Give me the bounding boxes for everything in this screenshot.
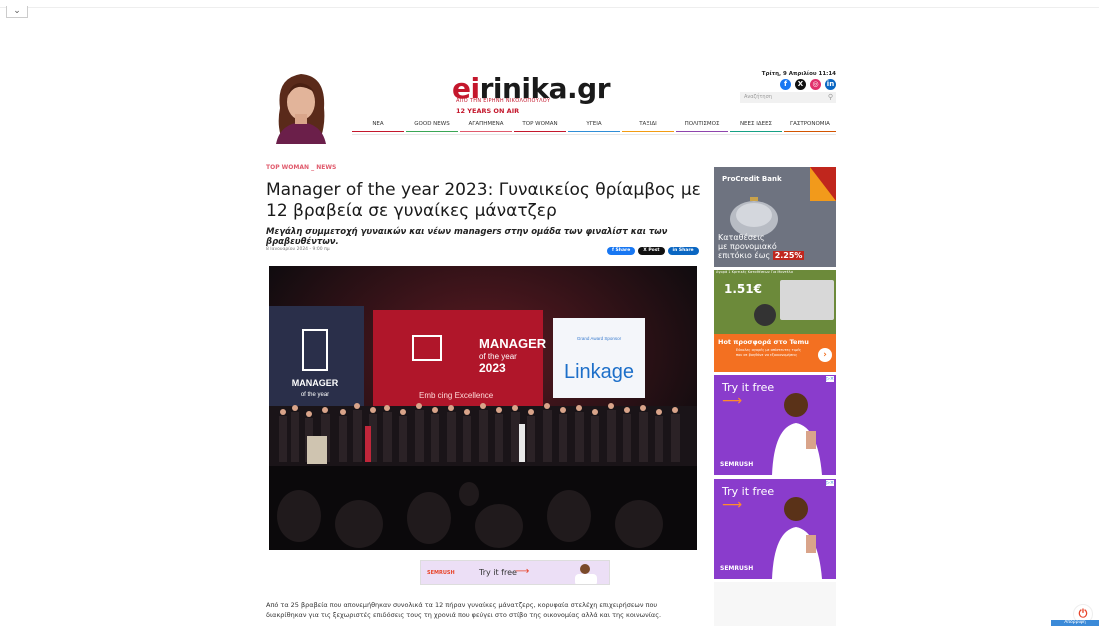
semrush-sidebar-ad-2[interactable]: ▷× Try it free ⟶ SEMRUSH — [714, 479, 836, 579]
nav-item[interactable]: ΓΑΣΤΡΟΝΟΜΙΑ — [784, 121, 836, 132]
site-logo[interactable]: eirinika.gr ΑΠΟ ΤΗΝ ΕΙΡΗΝΗ ΝΙΚΟΛΟΠΟΥΛΟΥ … — [452, 72, 612, 118]
article-hero-image: MANAGER of the year MANAGER of the year … — [269, 266, 697, 550]
semrush-logo-2: SEMRUSH — [720, 565, 754, 572]
semrush-sidebar-ad-1[interactable]: ▷× Try it free ⟶ SEMRUSH — [714, 375, 836, 475]
nav-item[interactable]: GOOD NEWS — [406, 121, 458, 132]
temu-ad[interactable]: Αγορά 1 Κριτικές Καταθέσεων Για Μοντέλα … — [714, 270, 836, 372]
article-subtitle: Μεγάλη συμμετοχή γυναικών και νέων manag… — [266, 227, 668, 247]
search-placeholder: Αναζήτηση — [744, 94, 772, 100]
mouse-image — [754, 304, 776, 326]
hero-left-screen-text-2: of the year — [301, 392, 329, 398]
banner-person-image — [575, 564, 597, 584]
share-buttons: f Share X Post in Share — [607, 247, 699, 255]
semrush-logo-1: SEMRUSH — [720, 461, 754, 468]
dismiss-button[interactable]: Απόρριψη — [1051, 620, 1099, 626]
temu-ad-title: Hot προσφορά στο Temu — [718, 338, 809, 346]
temu-price: 1.51€ — [724, 282, 762, 296]
banner-logo: SEMRUSH — [427, 570, 455, 576]
search-icon[interactable]: ⚲ — [828, 92, 833, 103]
article-date: 8 Ιανουαρίου 2024 - 9:00 πμ — [266, 247, 330, 252]
ad-choices-icon[interactable]: ▷× — [826, 376, 834, 382]
collapse-toggle-button[interactable]: ⌄ — [6, 6, 28, 18]
nav-item[interactable]: ΝΕΕΣ ΙΔΕΕΣ — [730, 121, 782, 132]
nav-item[interactable]: ΤΑΞΙΔΙ — [622, 121, 674, 132]
procredit-text-line-2: με προνομιακό — [718, 242, 777, 251]
linkedin-icon[interactable]: in — [825, 79, 836, 90]
arrow-right-icon: ⟶ — [722, 393, 743, 409]
social-links: f X ◎ in — [780, 79, 836, 90]
instagram-icon[interactable]: ◎ — [810, 79, 821, 90]
breadcrumb: TOP WOMAN _ NEWS — [266, 164, 336, 171]
nav-item[interactable]: ΠΟΛΙΤΙΣΜΟΣ — [676, 121, 728, 132]
breadcrumb-category[interactable]: TOP WOMAN — [266, 164, 309, 171]
author-portrait — [266, 68, 336, 144]
chevron-down-icon: ⌄ — [13, 6, 21, 16]
logo-tagline: ΑΠΟ ΤΗΝ ΕΙΡΗΝΗ ΝΙΚΟΛΟΠΟΥΛΟΥ — [456, 98, 551, 104]
nav-item[interactable]: TOP WOMAN — [514, 121, 566, 132]
nav-item[interactable]: ΑΓΑΠΗΜΕΝΑ — [460, 121, 512, 132]
hero-left-screen-text-1: MANAGER — [292, 378, 339, 388]
x-icon[interactable]: X — [795, 79, 806, 90]
ad-choices-icon[interactable]: ▷× — [826, 480, 834, 486]
temu-ad-header: Αγορά 1 Κριτικές Καταθέσεων Για Μοντέλα — [716, 270, 793, 274]
logo-years: 12 YEARS ON AIR — [456, 107, 520, 115]
hero-sponsor-logo: Linkage — [564, 361, 634, 383]
procredit-logo: ProCredit Bank — [722, 175, 782, 183]
nav-divider — [352, 134, 836, 135]
hero-sponsor-label: Grand Award Sponsor — [577, 336, 622, 341]
hero-main-screen-text-2: of the year — [479, 352, 517, 361]
procredit-text-line-1: Καταθέσεις — [718, 233, 765, 242]
procredit-text: Καταθέσεις με προνομιακό επιτόκιο έως 2.… — [718, 233, 805, 260]
share-button[interactable]: in Share — [667, 247, 699, 255]
arrow-right-icon: ⟶ — [515, 566, 530, 577]
current-date: Τρίτη, 9 Απριλίου 11:14 — [761, 71, 836, 77]
share-button[interactable]: X Post — [638, 247, 665, 255]
temu-ad-description: Εύκολες αγορές με απίστευτες τιμές που σ… — [736, 348, 802, 357]
procredit-bank-ad[interactable]: ProCredit Bank Καταθέσεις με προνομιακό … — [714, 167, 836, 267]
chevron-right-icon[interactable]: › — [818, 348, 832, 362]
banner-cta: Try it free — [479, 568, 517, 577]
hero-main-screen-text-3: 2023 — [479, 361, 506, 375]
facebook-icon[interactable]: f — [780, 79, 791, 90]
article-body: Από τα 25 βραβεία που απονεμήθηκαν συνολ… — [266, 601, 662, 619]
nav-item[interactable]: ΥΓΕΙΑ — [568, 121, 620, 132]
page-container: eirinika.gr ΑΠΟ ΤΗΝ ΕΙΡΗΝΗ ΝΙΚΟΛΟΠΟΥΛΟΥ … — [266, 0, 838, 626]
nav-item[interactable]: ΝΕΑ — [352, 121, 404, 132]
hero-main-screen-text-1: MANAGER — [479, 336, 547, 351]
keyboard-image — [780, 280, 834, 320]
share-button[interactable]: f Share — [607, 247, 636, 255]
main-nav: ΝΕΑ GOOD NEWS ΑΓΑΠΗΜΕΝΑ TOP WOMAN ΥΓΕΙΑ ΤΑΞΙΔ… — [352, 121, 836, 132]
sidebar-empty-slot — [714, 582, 836, 626]
semrush-banner-ad[interactable]: SEMRUSH Try it free ⟶ — [420, 560, 610, 585]
hero-main-screen-text-4: Emb cing Excellence — [419, 391, 494, 400]
procredit-rate: 2.25% — [772, 251, 805, 260]
article-title: Manager of the year 2023: Γυναικείος θρί… — [266, 180, 701, 221]
breadcrumb-news[interactable]: NEWS — [316, 164, 336, 171]
arrow-right-icon: ⟶ — [722, 497, 743, 513]
search-input[interactable]: Αναζήτηση ⚲ — [740, 92, 836, 103]
temu-ad-band: Hot προσφορά στο Temu Εύκολες αγορές με … — [714, 334, 836, 372]
procredit-text-line-3: επιτόκιο έως — [718, 251, 771, 260]
